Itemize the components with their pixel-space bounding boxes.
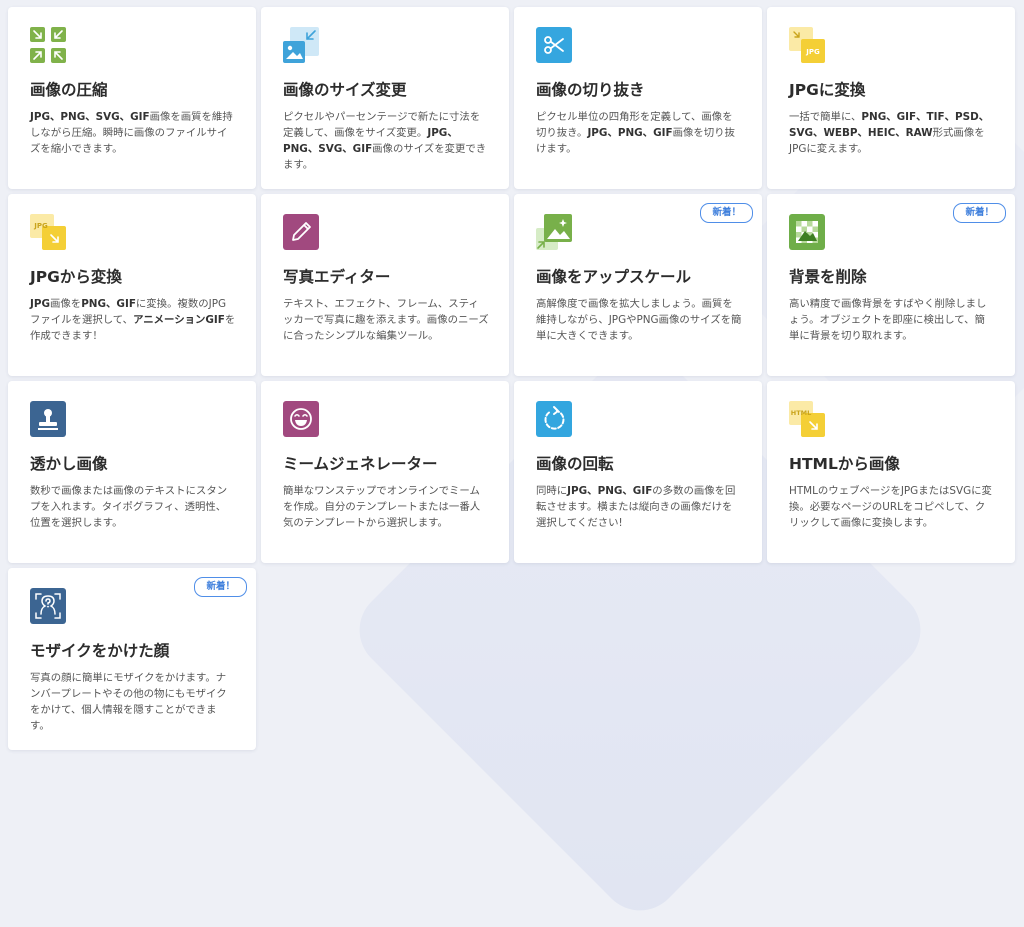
tool-description: 簡単なワンステップでオンラインでミームを作成。自分のテンプレートまたは一番人気の… [283, 483, 489, 531]
tool-card-upscale[interactable]: 新着！ 画像をアップスケール 高解像度で画像を拡大しましょう。画質を維持しながら… [514, 194, 762, 376]
convert-from-jpg-icon: JPG [30, 214, 66, 250]
tool-description-text: 簡単なワンステップでオンラインでミームを作成。自分のテンプレートまたは一番人気の… [283, 485, 481, 529]
rotate-icon [536, 401, 572, 437]
tool-description: ピクセル単位の四角形を定義して、画像を切り抜き。JPG、PNG、GIF画像を切り… [536, 109, 742, 157]
tool-description-text: テキスト、エフェクト、フレーム、スティッカーで写真に趣を添えます。画像のニーズに… [283, 298, 489, 342]
tool-card-html-to-image[interactable]: HTML HTMLから画像 HTMLのウェブページをJPGまたはSVGに変換。必… [767, 381, 1015, 563]
new-badge: 新着！ [700, 203, 753, 223]
pencil-icon [283, 214, 319, 250]
tool-title: 透かし画像 [30, 455, 108, 473]
tool-card-crop[interactable]: 画像の切り抜き ピクセル単位の四角形を定義して、画像を切り抜き。JPG、PNG、… [514, 7, 762, 189]
tool-description: 高い精度で画像背景をすばやく削除しましょう。オブジェクトを即座に検出して、簡単に… [789, 296, 995, 344]
tool-description-bold: JPG [30, 298, 51, 310]
convert-to-jpg-icon: JPG [789, 27, 825, 63]
tool-title: ミームジェネレーター [283, 455, 438, 473]
html-to-image-icon: HTML [789, 401, 825, 437]
tool-card-watermark[interactable]: 透かし画像 数秒で画像または画像のテキストにスタンプを入れます。タイポグラフィ、… [8, 381, 256, 563]
svg-text:JPG: JPG [33, 222, 48, 230]
tool-description: ピクセルやパーセンテージで新たに寸法を定義して、画像をサイズ変更。JPG、PNG… [283, 109, 489, 173]
tool-description-text: 高い精度で画像背景をすばやく削除しましょう。オブジェクトを即座に検出して、簡単に… [789, 298, 987, 342]
tool-description-bold: JPG、PNG、GIF [567, 485, 653, 497]
tool-card-rotate[interactable]: 画像の回転 同時にJPG、PNG、GIFの多数の画像を回転させます。横または縦向… [514, 381, 762, 563]
tool-description-text: 高解像度で画像を拡大しましょう。画質を維持しながら、JPGやPNG画像のサイズを… [536, 298, 742, 342]
new-badge: 新着！ [953, 203, 1006, 223]
tool-description: JPG画像をPNG、GIFに変換。複数のJPGファイルを選択して、アニメーション… [30, 296, 236, 344]
tool-description: 写真の顔に簡単にモザイクをかけます。ナンバープレートやその他の物にもモザイクをか… [30, 670, 236, 734]
tool-description: 数秒で画像または画像のテキストにスタンプを入れます。タイポグラフィ、透明性、位置… [30, 483, 236, 531]
svg-text:HTML: HTML [791, 409, 811, 417]
tool-description: 高解像度で画像を拡大しましょう。画質を維持しながら、JPGやPNG画像のサイズを… [536, 296, 742, 344]
tool-description-text: 一括で簡単に、 [789, 111, 862, 123]
tool-card-convert-from-jpg[interactable]: JPG JPGから変換 JPG画像をPNG、GIFに変換。複数のJPGファイルを… [8, 194, 256, 376]
laughing-face-icon [283, 401, 319, 437]
tool-description-text: HTMLのウェブページをJPGまたはSVGに変換。必要なページのURLをコピペし… [789, 485, 992, 529]
tool-description-text: 数秒で画像または画像のテキストにスタンプを入れます。タイポグラフィ、透明性、位置… [30, 485, 228, 529]
tool-title: 画像のサイズ変更 [283, 81, 407, 99]
tool-card-meme-generator[interactable]: ミームジェネレーター 簡単なワンステップでオンラインでミームを作成。自分のテンプ… [261, 381, 509, 563]
tool-description: 一括で簡単に、PNG、GIF、TIF、PSD、SVG、WEBP、HEIC、RAW… [789, 109, 995, 157]
tool-title: 画像をアップスケール [536, 268, 692, 286]
tool-description: テキスト、エフェクト、フレーム、スティッカーで写真に趣を添えます。画像のニーズに… [283, 296, 489, 344]
new-badge: 新着！ [194, 577, 247, 597]
tool-title: HTMLから画像 [789, 455, 900, 473]
tool-card-photo-editor[interactable]: 写真エディター テキスト、エフェクト、フレーム、スティッカーで写真に趣を添えます… [261, 194, 509, 376]
remove-background-icon [789, 214, 825, 250]
tool-title: 画像の回転 [536, 455, 614, 473]
tool-title: 背景を削除 [789, 268, 867, 286]
face-blur-icon [30, 588, 66, 624]
tool-card-convert-to-jpg[interactable]: JPG JPGに変換 一括で簡単に、PNG、GIF、TIF、PSD、SVG、WE… [767, 7, 1015, 189]
tool-description-text: 写真の顔に簡単にモザイクをかけます。ナンバープレートやその他の物にもモザイクをか… [30, 672, 227, 732]
scissors-icon [536, 27, 572, 63]
tool-description-bold: JPG、PNG、SVG、GIF [30, 111, 150, 123]
tools-grid: 画像の圧縮 JPG、PNG、SVG、GIF画像を画質を維持しながら圧縮。瞬時に画… [8, 7, 1015, 750]
resize-icon [283, 27, 319, 63]
tool-title: モザイクをかけた顔 [30, 642, 170, 660]
tool-title: 画像の圧縮 [30, 81, 108, 99]
tool-description: JPG、PNG、SVG、GIF画像を画質を維持しながら圧縮。瞬時に画像のファイル… [30, 109, 236, 157]
tool-description-text: 画像を [50, 298, 82, 310]
tool-description-bold: PNG、GIF [81, 298, 136, 310]
tool-title: 画像の切り抜き [536, 81, 645, 99]
stamp-icon [30, 401, 66, 437]
tool-description-bold: アニメーションGIF [133, 314, 225, 326]
tool-description: HTMLのウェブページをJPGまたはSVGに変換。必要なページのURLをコピペし… [789, 483, 995, 531]
upscale-icon [536, 214, 572, 250]
tool-description-text: 同時に [536, 485, 568, 497]
tool-title: 写真エディター [283, 268, 391, 286]
tool-card-blur-face[interactable]: 新着！ モザイクをかけた顔 写真の顔に簡単にモザイクをかけます。ナンバープレート… [8, 568, 256, 750]
tool-description-bold: JPG、PNG、GIF [587, 127, 673, 139]
tool-card-resize[interactable]: 画像のサイズ変更 ピクセルやパーセンテージで新たに寸法を定義して、画像をサイズ変… [261, 7, 509, 189]
tool-title: JPGに変換 [789, 81, 866, 99]
tool-card-remove-background[interactable]: 新着！ 背景を削除 高い精度で画像背景をすばやく削除しましょう。オブジェクトを即… [767, 194, 1015, 376]
tool-description: 同時にJPG、PNG、GIFの多数の画像を回転させます。横または縦向きの画像だけ… [536, 483, 742, 531]
tool-card-compress[interactable]: 画像の圧縮 JPG、PNG、SVG、GIF画像を画質を維持しながら圧縮。瞬時に画… [8, 7, 256, 189]
compress-icon [30, 27, 66, 63]
tool-title: JPGから変換 [30, 268, 122, 286]
svg-text:JPG: JPG [805, 48, 820, 56]
